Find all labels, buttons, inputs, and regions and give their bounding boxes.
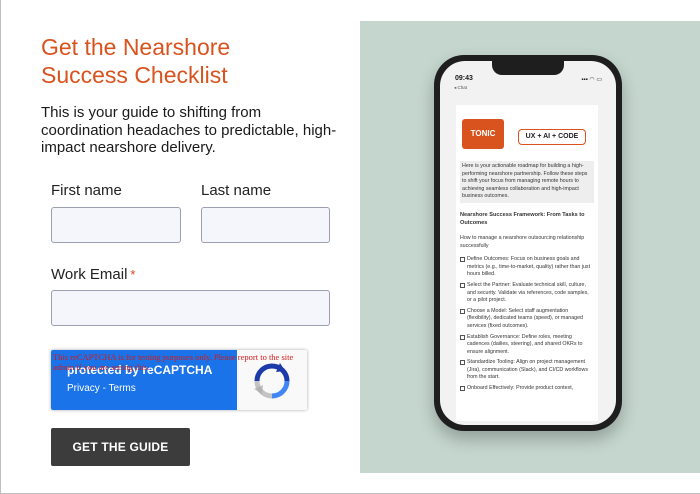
get-guide-button[interactable]: GET THE GUIDE — [51, 428, 190, 466]
email-field[interactable] — [51, 290, 330, 326]
doc-subheading: How to manage a nearshore outsourcing re… — [460, 234, 585, 249]
checklist-document: TONIC UX + AI + CODE Here is your action… — [456, 105, 598, 421]
email-label: Work Email * — [51, 266, 135, 283]
page-title: Get the Nearshore Success Checklist — [41, 33, 341, 89]
recaptcha-links: Privacy - Terms — [67, 383, 136, 394]
doc-header: TONIC UX + AI + CODE — [456, 105, 604, 161]
last-name-field[interactable] — [201, 207, 330, 243]
checkbox-icon — [460, 257, 465, 263]
uxai-badge: UX + AI + CODE — [518, 129, 586, 145]
doc-body: Here is your actionable roadmap for buil… — [460, 161, 594, 396]
checkbox-icon — [460, 308, 465, 314]
terms-link[interactable]: Terms — [109, 383, 136, 394]
checkbox-icon — [460, 360, 465, 366]
checkbox-icon — [460, 282, 465, 288]
checklist-item: Define Outcomes: Focus on business goals… — [460, 256, 594, 279]
link-separator: - — [102, 383, 106, 394]
title-line-2: Success Checklist — [41, 62, 228, 88]
status-time: 09:43 — [455, 75, 473, 82]
privacy-link[interactable]: Privacy — [67, 383, 100, 394]
first-name-label: First name — [51, 182, 122, 199]
checklist-item-text: Standardize Tooling: Align on project ma… — [467, 359, 588, 381]
checklist-item-text: Select the Partner: Evaluate technical s… — [467, 281, 589, 304]
doc-summary: Here is your actionable roadmap for buil… — [460, 161, 594, 203]
doc-heading: Nearshore Success Framework: From Tasks … — [460, 211, 585, 226]
checklist-item: Choose a Model: Select staff augmentatio… — [460, 308, 594, 331]
phone-notch — [492, 61, 564, 75]
checkbox-icon — [460, 386, 465, 392]
required-marker: * — [130, 267, 136, 282]
title-line-1: Get the Nearshore — [41, 34, 231, 60]
checklist-item: Establish Governance: Define roles, meet… — [460, 334, 594, 357]
recaptcha-widget[interactable]: protected by reCAPTCHA Privacy - Terms T… — [51, 350, 307, 410]
checklist-item-text: Define Outcomes: Focus on business goals… — [467, 256, 591, 278]
checklist-item-text: Establish Governance: Define roles, meet… — [467, 333, 583, 355]
status-back-label: ◂ Chat — [454, 85, 468, 90]
checklist-item: Onboard Effectively: Provide product con… — [460, 385, 594, 393]
first-name-field[interactable] — [51, 207, 181, 243]
tonic-logo: TONIC — [462, 119, 504, 149]
checklist-item-text: Onboard Effectively: Provide product con… — [467, 385, 574, 392]
status-icons: ▪▪▪ ◠ ▭ — [581, 77, 602, 83]
checklist-item: Standardize Tooling: Align on project ma… — [460, 359, 594, 382]
checklist-item-text: Choose a Model: Select staff augmentatio… — [467, 307, 583, 329]
recaptcha-test-warning: This reCAPTCHA is for testing purposes o… — [53, 352, 294, 372]
last-name-label: Last name — [201, 182, 272, 199]
email-label-text: Work Email — [51, 266, 128, 283]
intro-text: This is your guide to shifting from coor… — [41, 104, 337, 156]
checkbox-icon — [460, 334, 465, 340]
checklist-item: Select the Partner: Evaluate technical s… — [460, 282, 594, 305]
